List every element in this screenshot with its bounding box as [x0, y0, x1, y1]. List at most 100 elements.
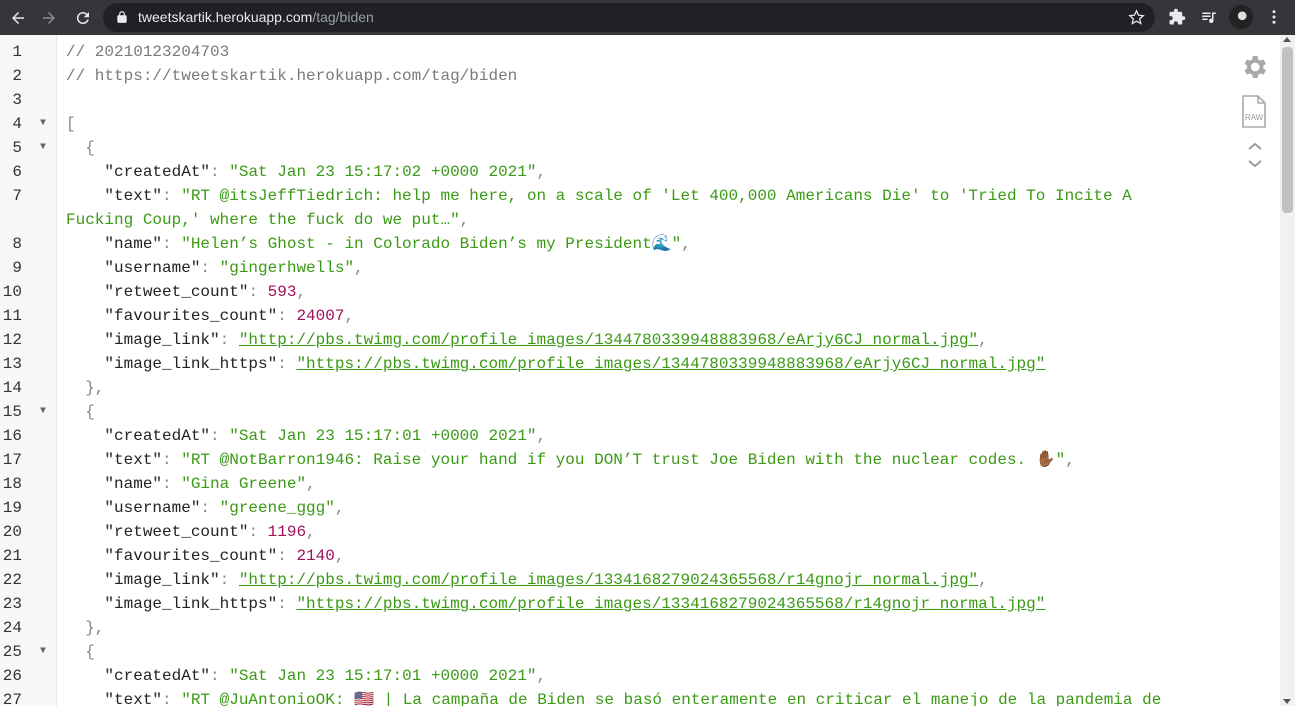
line-number: 2 [12, 67, 22, 85]
line-number: 26 [2, 667, 22, 685]
code-line: 11 "favourites_count": 24007, [0, 304, 1240, 328]
line-number: 17 [2, 451, 22, 469]
line-number: 21 [2, 547, 22, 565]
line-number: 19 [2, 499, 22, 517]
expand-down-icon[interactable] [1244, 157, 1266, 171]
json-punctuation: : [219, 571, 239, 589]
line-number: 14 [2, 379, 22, 397]
line-number: 25 [2, 643, 22, 661]
code-line: 27 "text": "RT @JuAntonioOK: 🇺🇸 | La cam… [0, 688, 1240, 706]
line-content: "image_link": "http://pbs.twimg.com/prof… [66, 568, 987, 592]
code-line: 21 "favourites_count": 2140, [0, 544, 1240, 568]
fold-toggle-icon[interactable]: ▼ [40, 400, 46, 424]
fold-toggle-icon[interactable]: ▼ [40, 640, 46, 664]
json-string-value: "greene_ggg" [219, 499, 335, 517]
code-line: 18 "name": "Gina Greene", [0, 472, 1240, 496]
raw-icon[interactable]: RAW [1240, 95, 1268, 129]
json-punctuation: : [219, 331, 239, 349]
forward-icon[interactable] [36, 5, 62, 31]
json-key: "image_link" [66, 331, 220, 349]
line-number: 1 [12, 43, 22, 61]
json-key: "retweet_count" [66, 283, 249, 301]
json-key: "favourites_count" [66, 547, 278, 565]
line-content: "createdAt": "Sat Jan 23 15:17:01 +0000 … [66, 424, 546, 448]
json-punctuation: : [248, 283, 268, 301]
line-content: }, [66, 616, 104, 640]
json-link[interactable]: "http://pbs.twimg.com/profile_images/133… [239, 571, 978, 589]
json-punctuation: , [536, 667, 547, 685]
line-content: "createdAt": "Sat Jan 23 15:17:02 +0000 … [66, 160, 546, 184]
extensions-icon[interactable] [1166, 6, 1188, 28]
json-key: "createdAt" [66, 667, 211, 685]
line-number: 12 [2, 331, 22, 349]
json-code: 1 // 20210123204703 2 // https://tweetskart… [0, 40, 1240, 706]
code-line: 7 "text": "RT @itsJeffTiedrich: help me … [0, 184, 1240, 232]
scroll-thumb[interactable] [1282, 47, 1293, 213]
address-bar[interactable]: tweetskartik.herokuapp.com/tag/biden [103, 3, 1155, 32]
json-link[interactable]: "https://pbs.twimg.com/profile_images/13… [296, 595, 1045, 613]
line-content: [ [66, 112, 76, 136]
gear-icon[interactable] [1238, 51, 1270, 83]
fold-toggle-icon[interactable]: ▼ [40, 136, 46, 160]
line-number: 13 [2, 355, 22, 373]
vertical-scrollbar[interactable] [1280, 35, 1295, 706]
line-number: 15 [2, 403, 22, 421]
code-line: 22 "image_link": "http://pbs.twimg.com/p… [0, 568, 1240, 592]
profile-avatar[interactable] [1229, 5, 1253, 29]
json-punctuation: : [277, 547, 297, 565]
line-number: 5 [12, 139, 22, 157]
json-link[interactable]: "https://pbs.twimg.com/profile_images/13… [296, 355, 1045, 373]
json-punctuation: , [1065, 451, 1075, 469]
json-punctuation: : [210, 667, 230, 685]
json-string-value: "Sat Jan 23 15:17:02 +0000 2021" [229, 163, 537, 181]
json-string-value: "RT @NotBarron1946: Raise your hand if y… [181, 451, 1066, 469]
json-punctuation: { [66, 403, 95, 421]
json-punctuation: , [354, 259, 364, 277]
json-key: "image_link_https" [66, 595, 278, 613]
json-viewer: 1 // 20210123204703 2 // https://tweetskart… [0, 35, 1280, 706]
browser-toolbar: tweetskartik.herokuapp.com/tag/biden [0, 0, 1295, 35]
json-key: "text" [66, 187, 163, 205]
more-icon[interactable] [1263, 6, 1285, 28]
reload-icon[interactable] [70, 5, 96, 31]
code-line: 4 ▼ [ [0, 112, 1240, 136]
line-number: 16 [2, 427, 22, 445]
back-icon[interactable] [5, 5, 31, 31]
code-line: 23 "image_link_https": "https://pbs.twim… [0, 592, 1240, 616]
scroll-down-arrow-icon[interactable] [1283, 699, 1291, 704]
line-number: 3 [12, 91, 22, 109]
json-string-value: "Sat Jan 23 15:17:01 +0000 2021" [229, 667, 537, 685]
code-line: 2 // https://tweetskartik.herokuapp.com/t… [0, 64, 1240, 88]
star-icon[interactable] [1128, 9, 1145, 26]
fold-toggle-icon[interactable]: ▼ [40, 112, 46, 136]
media-control-icon[interactable] [1198, 6, 1220, 28]
json-string-value: "Helen’s Ghost - in Colorado Biden’s my … [181, 235, 682, 253]
json-link[interactable]: "http://pbs.twimg.com/profile_images/134… [239, 331, 978, 349]
line-content: "retweet_count": 593, [66, 280, 306, 304]
json-punctuation: : [277, 307, 297, 325]
json-punctuation: , [296, 283, 307, 301]
json-comment: // https://tweetskartik.herokuapp.com/ta… [66, 67, 518, 85]
json-punctuation: { [66, 643, 95, 661]
collapse-up-icon[interactable] [1244, 139, 1266, 153]
code-line: 3 [0, 88, 1240, 112]
json-punctuation: [ [66, 115, 76, 133]
json-punctuation: : [200, 499, 220, 517]
url-text[interactable]: tweetskartik.herokuapp.com/tag/biden [138, 9, 374, 25]
json-string-value: "Sat Jan 23 15:17:01 +0000 2021" [229, 427, 537, 445]
json-punctuation: , [334, 547, 345, 565]
scroll-up-arrow-icon[interactable] [1283, 37, 1291, 42]
json-punctuation: { [66, 139, 95, 157]
json-punctuation: , [306, 475, 316, 493]
code-line: 15 ▼ { [0, 400, 1240, 424]
line-content: "text": "RT @JuAntonioOK: 🇺🇸 | La campañ… [66, 688, 1161, 706]
json-punctuation: : [162, 691, 182, 706]
raw-label: RAW [1245, 113, 1264, 122]
json-punctuation: : [162, 475, 182, 493]
line-number: 22 [2, 571, 22, 589]
json-punctuation: : [277, 355, 297, 373]
json-punctuation: , [536, 163, 547, 181]
line-number: 4 [12, 115, 22, 133]
lock-icon[interactable] [115, 10, 129, 24]
line-number: 10 [2, 283, 22, 301]
